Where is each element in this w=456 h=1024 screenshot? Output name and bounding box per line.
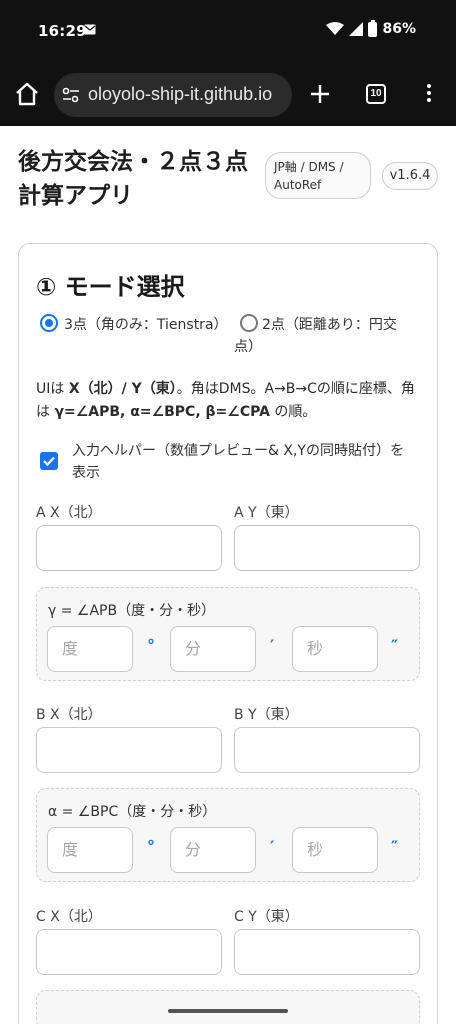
second-unit: ″ — [391, 636, 399, 655]
wifi-icon — [326, 22, 345, 35]
cx-label: C X（北） — [36, 909, 102, 925]
version-badge: v1.6.4 — [382, 162, 438, 190]
second-unit: ″ — [391, 837, 399, 856]
url-text: oloyolo-ship-it.github.io — [88, 84, 273, 104]
gamma-label: γ = ∠APB（度・分・秒） — [48, 603, 216, 619]
gamma-angle-group: γ = ∠APB（度・分・秒） 度 ° 分 ′ 秒 ″ — [36, 587, 420, 681]
helper-checkbox[interactable] — [40, 452, 58, 470]
site-settings-icon[interactable] — [62, 87, 80, 103]
degree-unit: ° — [147, 636, 155, 655]
ay-label: A Y（東） — [234, 505, 299, 521]
page-title: 後方交会法・２点３点計算アプリ — [18, 149, 248, 209]
battery-level: 86% — [382, 21, 416, 37]
radio-mode-3pt-label[interactable]: 3点（角のみ：Tienstra） — [36, 314, 228, 336]
bx-input[interactable] — [36, 727, 222, 773]
axis-badge: JP軸 / DMS / AutoRef — [265, 152, 371, 199]
check-icon — [43, 456, 55, 467]
ax-input[interactable] — [36, 525, 222, 571]
cx-input[interactable] — [36, 929, 222, 975]
section-title: ① モード選択 — [36, 273, 185, 301]
cy-label: C Y（東） — [234, 909, 299, 925]
gamma-sec-input[interactable]: 秒 — [292, 626, 378, 672]
gesture-nav-bar[interactable] — [168, 1009, 288, 1013]
battery-icon — [368, 19, 378, 37]
status-time: 16:29 — [38, 22, 87, 40]
home-icon[interactable] — [14, 81, 40, 107]
alpha-angle-group: α = ∠BPC（度・分・秒） 度 ° 分 ′ 秒 ″ — [36, 788, 420, 882]
ay-input[interactable] — [234, 525, 420, 571]
mail-icon — [84, 24, 96, 35]
tab-switcher-button[interactable]: 10 — [366, 84, 386, 104]
alpha-sec-input[interactable]: 秒 — [292, 827, 378, 873]
more-menu-icon[interactable] — [424, 82, 434, 106]
alpha-deg-input[interactable]: 度 — [47, 827, 133, 873]
cy-input[interactable] — [234, 929, 420, 975]
gamma-deg-input[interactable]: 度 — [47, 626, 133, 672]
gamma-min-input[interactable]: 分 — [170, 626, 256, 672]
beta-angle-group — [36, 990, 420, 1024]
alpha-label: α = ∠BPC（度・分・秒） — [48, 804, 217, 820]
minute-unit: ′ — [270, 636, 275, 655]
ax-label: A X（北） — [36, 505, 102, 521]
mode-description: UIは X（北）/ Y（東）。角はDMS。A→B→Cの順に座標、角は γ=∠AP… — [36, 381, 415, 420]
bx-label: B X（北） — [36, 707, 102, 723]
status-bar: 16:29 86% — [0, 0, 456, 64]
alpha-min-input[interactable]: 分 — [170, 827, 256, 873]
degree-unit: ° — [147, 837, 155, 856]
address-bar[interactable]: oloyolo-ship-it.github.io — [54, 73, 292, 117]
radio-mode-2pt-label[interactable]: 2点（距離あり：円交点） — [234, 314, 414, 358]
by-label: B Y（東） — [234, 707, 299, 723]
minute-unit: ′ — [270, 837, 275, 856]
new-tab-icon[interactable] — [308, 82, 332, 106]
helper-checkbox-label[interactable]: 入力ヘルパー（数値プレビュー& X,Yの同時貼付）を表示 — [72, 440, 412, 484]
signal-icon — [349, 22, 364, 36]
browser-toolbar: oloyolo-ship-it.github.io 10 — [0, 64, 456, 126]
by-input[interactable] — [234, 727, 420, 773]
